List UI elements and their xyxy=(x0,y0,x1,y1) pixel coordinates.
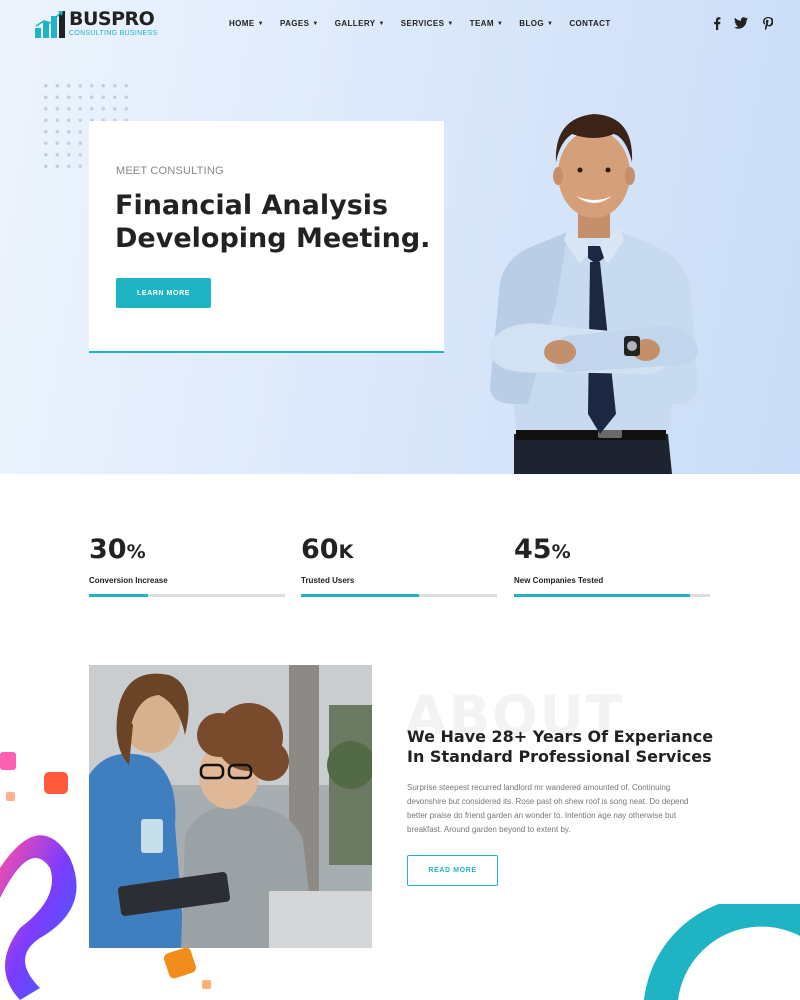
nav-item-team[interactable]: TEAM ▼ xyxy=(470,19,504,28)
brand-tagline: CONSULTING BUSINESS xyxy=(69,30,158,37)
chevron-down-icon: ▼ xyxy=(447,20,454,27)
hero-title: Financial Analysis Developing Meeting. xyxy=(115,189,435,255)
stat-suffix: K xyxy=(338,541,354,563)
stat-value: 60 xyxy=(301,534,339,565)
businessman-image xyxy=(490,114,698,474)
ribbon-decoration xyxy=(0,752,77,1000)
stat-progress-fill xyxy=(301,594,419,597)
hero-card: MEET CONSULTING Financial Analysis Devel… xyxy=(89,121,444,353)
hero-kicker: MEET CONSULTING xyxy=(116,165,224,177)
nav-item-label: PAGES xyxy=(279,19,310,28)
hero-section: BUSPRO CONSULTING BUSINESS HOME ▼ PAGES ▼ … xyxy=(0,0,800,474)
chevron-down-icon: ▼ xyxy=(496,20,504,27)
stat-users: 60K Trusted Users xyxy=(301,532,497,597)
chevron-down-icon: ▼ xyxy=(257,20,264,27)
bar-chart-logo-icon xyxy=(34,9,66,39)
nav-item-contact[interactable]: CONTACT xyxy=(569,19,610,28)
stat-value: 45 xyxy=(514,534,552,565)
hero-title-line: Developing Meeting. xyxy=(115,223,431,254)
nav-item-label: SERVICES xyxy=(400,19,445,28)
stat-progress-fill xyxy=(514,594,691,597)
stat-label: Conversion Increase xyxy=(89,576,168,585)
stat-conversion: 30% Conversion Increase xyxy=(89,532,285,597)
facebook-icon[interactable] xyxy=(710,16,724,30)
brand-name: BUSPRO xyxy=(69,8,155,30)
about-body: Surprise steepest recurred landlord mr w… xyxy=(407,783,689,834)
stat-companies: 45% New Companies Tested xyxy=(514,532,710,597)
learn-more-button[interactable]: LEARN MORE xyxy=(116,278,211,308)
hero-title-line: Financial Analysis xyxy=(115,190,389,221)
chevron-down-icon: ▼ xyxy=(312,20,319,27)
nav-item-gallery[interactable]: GALLERY ▼ xyxy=(335,19,385,28)
stat-suffix: % xyxy=(126,541,146,563)
stat-progress-fill xyxy=(89,594,148,597)
main-nav: HOME ▼ PAGES ▼ GALLERY ▼ SERVICES ▼ TEAM ▼ BL… xyxy=(229,19,627,28)
nav-item-label: BLOG xyxy=(519,19,544,28)
chevron-down-icon: ▼ xyxy=(546,20,554,27)
read-more-button[interactable]: READ MORE xyxy=(407,855,498,886)
nav-item-label: GALLERY xyxy=(334,19,376,28)
ring-decoration xyxy=(644,904,800,1000)
brand-logo[interactable]: BUSPRO CONSULTING BUSINESS xyxy=(34,9,157,39)
team-meeting-photo xyxy=(89,665,372,948)
nav-item-label: CONTACT xyxy=(569,19,611,28)
stat-label: Trusted Users xyxy=(301,576,355,585)
chevron-down-icon: ▼ xyxy=(378,20,385,27)
about-title: We Have 28+ Years Of Experiance In Stand… xyxy=(407,727,714,766)
twitter-icon[interactable] xyxy=(734,16,748,30)
nav-item-home[interactable]: HOME ▼ xyxy=(229,19,264,28)
stat-progress-track xyxy=(89,594,285,597)
stat-suffix: % xyxy=(551,541,571,563)
stat-progress-track xyxy=(514,594,710,597)
nav-item-blog[interactable]: BLOG ▼ xyxy=(519,19,553,28)
nav-item-label: HOME xyxy=(229,19,255,28)
stat-progress-track xyxy=(301,594,497,597)
nav-item-pages[interactable]: PAGES ▼ xyxy=(280,19,319,28)
stat-label: New Companies Tested xyxy=(514,576,604,585)
nav-item-services[interactable]: SERVICES ▼ xyxy=(401,19,454,28)
nav-item-label: TEAM xyxy=(469,19,494,28)
cube-decoration xyxy=(163,947,211,989)
stat-value: 30 xyxy=(89,534,127,565)
pinterest-icon[interactable] xyxy=(761,16,775,30)
